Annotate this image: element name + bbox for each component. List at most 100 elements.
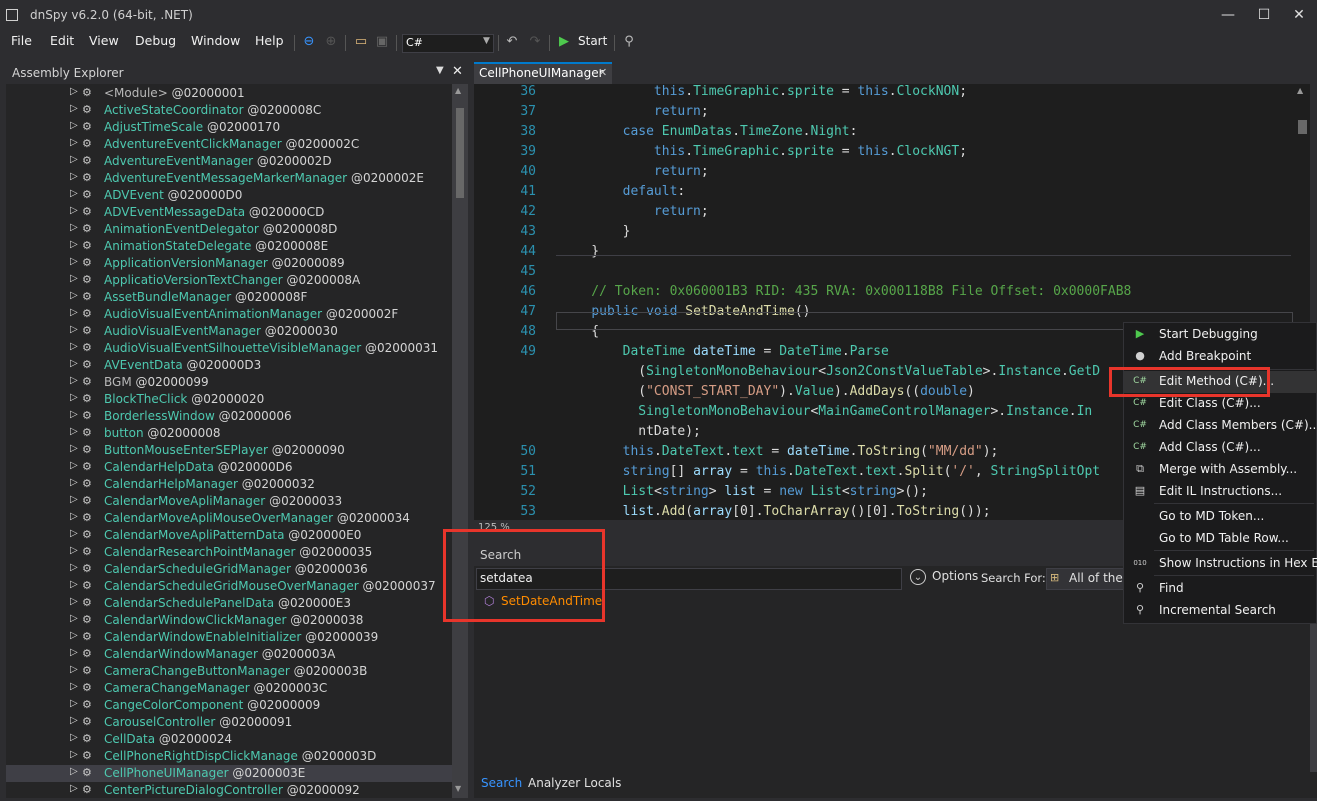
tree-item[interactable]: ▷ ⚙ CalendarHelpData @020000D6 bbox=[6, 459, 452, 476]
expand-arrow-icon[interactable]: ▷ bbox=[70, 137, 78, 148]
tree-item[interactable]: ▷ ⚙ CameraChangeButtonManager @0200003B bbox=[6, 663, 452, 680]
expand-arrow-icon[interactable]: ▷ bbox=[70, 647, 78, 658]
menu-item-show-instructions-in-hex-edit[interactable]: 010 Show Instructions in Hex Edit bbox=[1124, 553, 1317, 575]
code-line[interactable]: 42 return; bbox=[474, 204, 1294, 224]
expand-arrow-icon[interactable]: ▷ bbox=[70, 562, 78, 573]
menu-edit[interactable]: Edit bbox=[50, 33, 74, 48]
code-line[interactable]: 41 default: bbox=[474, 184, 1294, 204]
tree-item[interactable]: ▷ ⚙ ButtonMouseEnterSEPlayer @02000090 bbox=[6, 442, 452, 459]
minimize-button[interactable]: — bbox=[1210, 4, 1246, 26]
tree-item[interactable]: ▷ ⚙ CalendarScheduleGridMouseOverManager @… bbox=[6, 578, 452, 595]
tree-item[interactable]: ▷ ⚙ CangeColorComponent @02000009 bbox=[6, 697, 452, 714]
forward-icon[interactable]: ⊕ bbox=[322, 33, 340, 51]
tree-item[interactable]: ▷ ⚙ CenterPictureDialogController @0200009… bbox=[6, 782, 452, 798]
expand-arrow-icon[interactable]: ▷ bbox=[70, 409, 78, 420]
code-line[interactable]: 39 this.TimeGraphic.sprite = this.ClockN… bbox=[474, 144, 1294, 164]
start-icon[interactable]: ▶ bbox=[555, 33, 573, 51]
tree-item[interactable]: ▷ ⚙ CalendarMoveApliPatternData @020000E0 bbox=[6, 527, 452, 544]
menu-window[interactable]: Window bbox=[191, 33, 240, 48]
expand-arrow-icon[interactable]: ▷ bbox=[70, 749, 78, 760]
code-line[interactable]: 45 bbox=[474, 264, 1294, 284]
expand-arrow-icon[interactable]: ▷ bbox=[70, 341, 78, 352]
expand-arrow-icon[interactable]: ▷ bbox=[70, 494, 78, 505]
tree-item[interactable]: ▷ ⚙ CellPhoneUIManager @0200003E bbox=[6, 765, 452, 782]
tree-item[interactable]: ▷ ⚙ CellData @02000024 bbox=[6, 731, 452, 748]
expand-arrow-icon[interactable]: ▷ bbox=[70, 630, 78, 641]
tree-item[interactable]: ▷ ⚙ BGM @02000099 bbox=[6, 374, 452, 391]
tree-item[interactable]: ▷ ⚙ CalendarScheduleGridManager @02000036 bbox=[6, 561, 452, 578]
tree-item[interactable]: ▷ ⚙ button @02000008 bbox=[6, 425, 452, 442]
expand-arrow-icon[interactable]: ▷ bbox=[70, 460, 78, 471]
menu-item-merge-with-assembly[interactable]: ⧉ Merge with Assembly... bbox=[1124, 459, 1317, 481]
expand-arrow-icon[interactable]: ▷ bbox=[70, 392, 78, 403]
scrollbar-thumb[interactable] bbox=[456, 108, 464, 198]
expand-arrow-icon[interactable]: ▷ bbox=[70, 715, 78, 726]
tree-item[interactable]: ▷ ⚙ BorderlessWindow @02000006 bbox=[6, 408, 452, 425]
tree-item[interactable]: ▷ ⚙ AnimationEventDelegator @0200008D bbox=[6, 221, 452, 238]
tree-item[interactable]: ▷ ⚙ CameraChangeManager @0200003C bbox=[6, 680, 452, 697]
tree-item[interactable]: ▷ ⚙ CellPhoneRightDispClickManage @0200003… bbox=[6, 748, 452, 765]
tree-item[interactable]: ▷ ⚙ CalendarResearchPointManager @02000035 bbox=[6, 544, 452, 561]
back-icon[interactable]: ⊖ bbox=[300, 33, 318, 51]
tree-item[interactable]: ▷ ⚙ ApplicationVersionManager @02000089 bbox=[6, 255, 452, 272]
save-icon[interactable]: ▣ bbox=[373, 33, 391, 51]
menu-item-start-debugging[interactable]: ▶ Start Debugging bbox=[1124, 324, 1317, 346]
menu-item-incremental-search[interactable]: ⚲ Incremental Search bbox=[1124, 600, 1317, 622]
tree-item[interactable]: ▷ ⚙ ApplicatioVersionTextChanger @0200008A bbox=[6, 272, 452, 289]
expand-arrow-icon[interactable]: ▷ bbox=[70, 86, 78, 97]
tree-item[interactable]: ▷ ⚙ CalendarWindowManager @0200003A bbox=[6, 646, 452, 663]
expand-arrow-icon[interactable]: ▷ bbox=[70, 511, 78, 522]
menu-help[interactable]: Help bbox=[255, 33, 284, 48]
expand-arrow-icon[interactable]: ▷ bbox=[70, 103, 78, 114]
tree-item[interactable]: ▷ ⚙ <Module> @02000001 bbox=[6, 85, 452, 102]
scroll-up-icon[interactable]: ▲ bbox=[455, 86, 461, 95]
expand-arrow-icon[interactable]: ▷ bbox=[70, 222, 78, 233]
tree-item[interactable]: ▷ ⚙ AdventureEventMessageMarkerManager @02… bbox=[6, 170, 452, 187]
tab-analyzer[interactable]: Analyzer bbox=[528, 776, 580, 790]
expand-arrow-icon[interactable]: ▷ bbox=[70, 426, 78, 437]
menu-item-add-breakpoint[interactable]: ● Add Breakpoint bbox=[1124, 346, 1317, 368]
menu-item-go-to-md-token[interactable]: Go to MD Token... bbox=[1124, 506, 1317, 528]
expand-arrow-icon[interactable]: ▷ bbox=[70, 545, 78, 556]
redo-icon[interactable]: ↷ bbox=[526, 33, 544, 51]
tree-item[interactable]: ▷ ⚙ BlockTheClick @02000020 bbox=[6, 391, 452, 408]
close-window-button[interactable]: ✕ bbox=[1281, 4, 1317, 26]
expand-arrow-icon[interactable]: ▷ bbox=[70, 443, 78, 454]
expand-arrow-icon[interactable]: ▷ bbox=[70, 205, 78, 216]
expand-arrow-icon[interactable]: ▷ bbox=[70, 664, 78, 675]
expand-arrow-icon[interactable]: ▷ bbox=[70, 783, 78, 794]
expand-arrow-icon[interactable]: ▷ bbox=[70, 290, 78, 301]
tree-item[interactable]: ▷ ⚙ AudioVisualEventSilhouetteVisibleManag… bbox=[6, 340, 452, 357]
tree-item[interactable]: ▷ ⚙ AudioVisualEventAnimationManager @0200… bbox=[6, 306, 452, 323]
menu-item-add-class-c[interactable]: C# Add Class (C#)... bbox=[1124, 437, 1317, 459]
panel-menu-icon[interactable]: ▼ bbox=[436, 65, 444, 76]
expand-arrow-icon[interactable]: ▷ bbox=[70, 273, 78, 284]
expand-arrow-icon[interactable]: ▷ bbox=[70, 307, 78, 318]
tree-item[interactable]: ▷ ⚙ CalendarSchedulePanelData @020000E3 bbox=[6, 595, 452, 612]
menu-item-go-to-md-table-row[interactable]: Go to MD Table Row... bbox=[1124, 528, 1317, 550]
tree-item[interactable]: ▷ ⚙ AdventureEventManager @0200002D bbox=[6, 153, 452, 170]
expand-arrow-icon[interactable]: ▷ bbox=[70, 698, 78, 709]
tree-item[interactable]: ▷ ⚙ AdjustTimeScale @02000170 bbox=[6, 119, 452, 136]
expand-arrow-icon[interactable]: ▷ bbox=[70, 256, 78, 267]
expand-arrow-icon[interactable]: ▷ bbox=[70, 477, 78, 488]
search-icon[interactable]: ⚲ bbox=[620, 33, 638, 51]
tree-item[interactable]: ▷ ⚙ CalendarHelpManager @02000032 bbox=[6, 476, 452, 493]
close-icon[interactable]: ✕ bbox=[452, 64, 463, 79]
expand-arrow-icon[interactable]: ▷ bbox=[70, 681, 78, 692]
scroll-up-icon[interactable]: ▲ bbox=[1297, 86, 1303, 95]
tree-item[interactable]: ▷ ⚙ AVEventData @020000D3 bbox=[6, 357, 452, 374]
expand-arrow-icon[interactable]: ▷ bbox=[70, 188, 78, 199]
tab-search[interactable]: Search bbox=[481, 776, 522, 790]
expand-arrow-icon[interactable]: ▷ bbox=[70, 732, 78, 743]
expand-arrow-icon[interactable]: ▷ bbox=[70, 324, 78, 335]
menu-item-add-class-members-c[interactable]: C# Add Class Members (C#)... bbox=[1124, 415, 1317, 437]
menu-item-edit-il-instructions[interactable]: ▤ Edit IL Instructions... bbox=[1124, 481, 1317, 503]
code-line[interactable]: 37 return; bbox=[474, 104, 1294, 124]
code-line[interactable]: 44 } bbox=[474, 244, 1294, 264]
tree-item[interactable]: ▷ ⚙ ADVEventMessageData @020000CD bbox=[6, 204, 452, 221]
expand-arrow-icon[interactable]: ▷ bbox=[70, 528, 78, 539]
menu-view[interactable]: View bbox=[89, 33, 119, 48]
tab-locals[interactable]: Locals bbox=[584, 776, 621, 790]
code-line[interactable]: 46 // Token: 0x060001B3 RID: 435 RVA: 0x… bbox=[474, 284, 1294, 304]
